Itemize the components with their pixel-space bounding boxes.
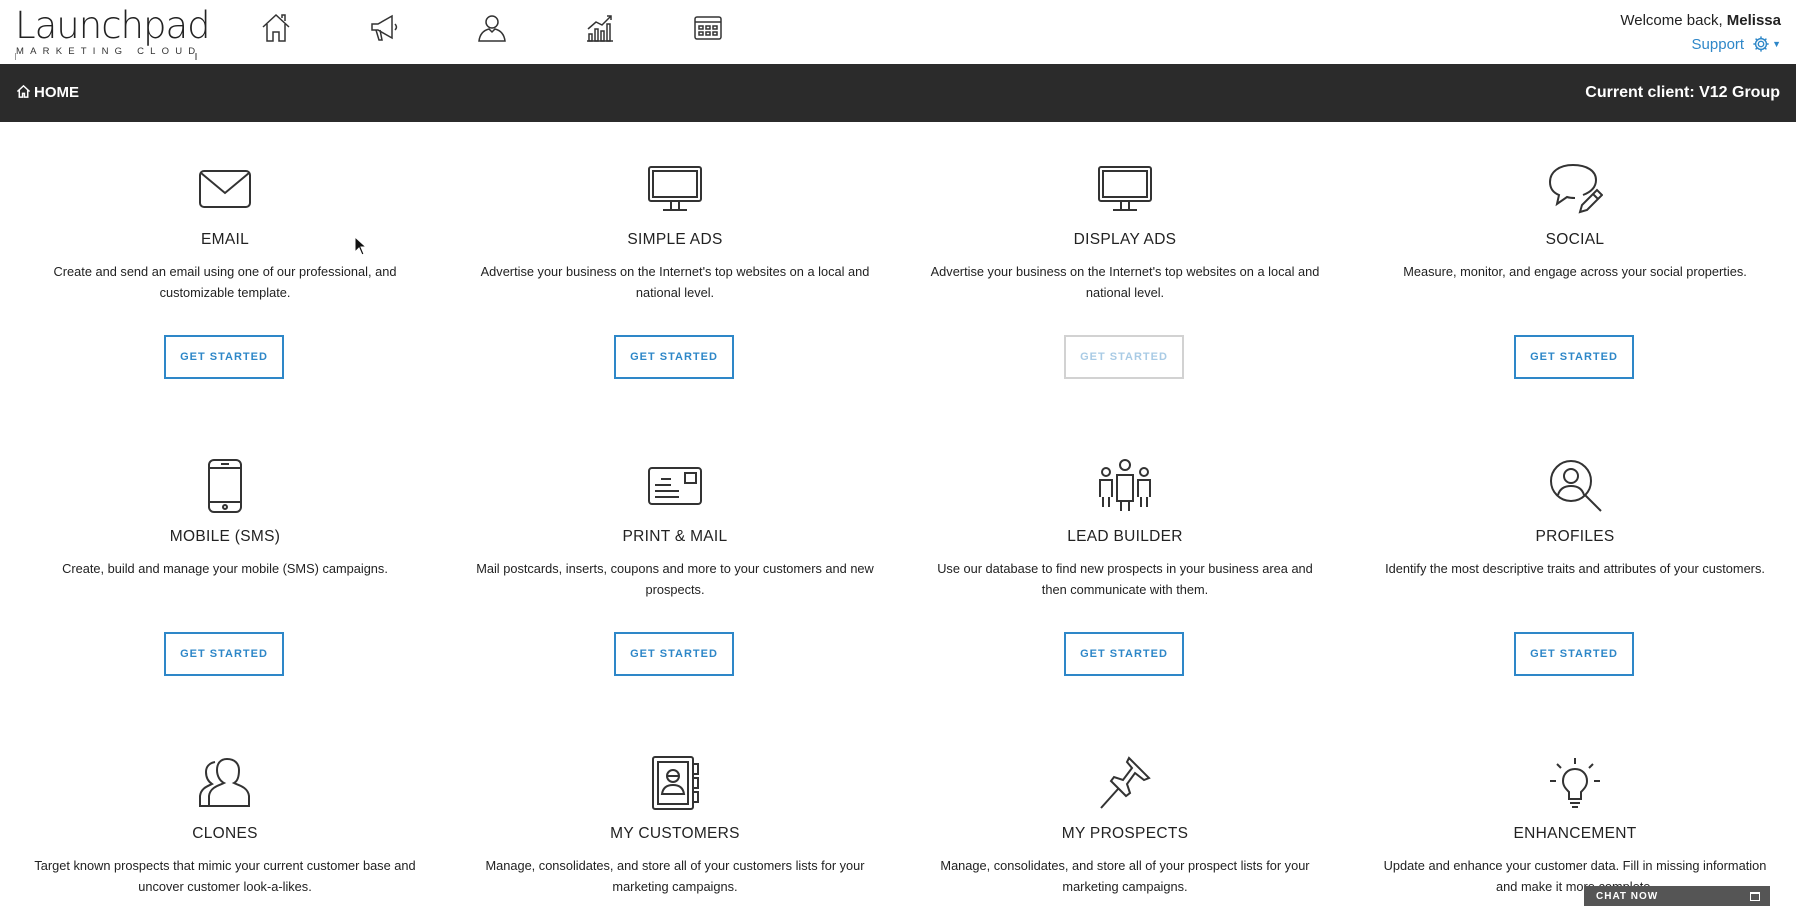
- get-started-button[interactable]: GET STARTED: [1064, 632, 1184, 676]
- logo-underline: [15, 53, 197, 60]
- tile-description: Target known prospects that mimic your c…: [34, 858, 416, 894]
- launchpad-logo[interactable]: Launchpad MARKETING CLOUD: [15, 4, 211, 60]
- support-row: Support ▼: [1620, 35, 1781, 53]
- get-started-button[interactable]: GET STARTED: [1514, 632, 1634, 676]
- welcome-panel: Welcome back, Melissa Support ▼: [1620, 12, 1781, 53]
- breadcrumb[interactable]: HOME: [16, 84, 79, 101]
- tile-title: SOCIAL: [1545, 231, 1605, 248]
- speech-bubble-pencil-icon: [1548, 164, 1603, 214]
- tile-title: CLONES: [192, 825, 258, 842]
- tile-description: Mail postcards, inserts, coupons and mor…: [476, 561, 874, 597]
- tile-title: PRINT & MAIL: [622, 528, 728, 545]
- get-started-button[interactable]: GET STARTED: [614, 335, 734, 379]
- home-small-icon: [16, 84, 31, 98]
- nav-home[interactable]: [260, 12, 368, 44]
- main-nav: [260, 12, 800, 44]
- mouse-cursor-icon: [354, 236, 368, 256]
- people-group-icon: [1099, 459, 1151, 511]
- nav-calendar[interactable]: [692, 12, 800, 44]
- nav-campaigns[interactable]: [368, 12, 476, 44]
- user-name: Melissa: [1726, 12, 1781, 29]
- get-started-button-disabled[interactable]: GET STARTED: [1064, 335, 1184, 379]
- users-icon: [478, 15, 506, 42]
- nav-audiences[interactable]: [476, 12, 584, 44]
- welcome-text: Welcome back, Melissa: [1620, 12, 1781, 29]
- tile-title: SIMPLE ADS: [627, 231, 723, 248]
- chat-now-widget[interactable]: CHAT NOW: [1584, 886, 1770, 906]
- chevron-down-icon: ▼: [1772, 39, 1781, 49]
- tile-title: MY CUSTOMERS: [610, 825, 740, 842]
- tile-title: EMAIL: [200, 231, 249, 248]
- get-started-button[interactable]: GET STARTED: [1514, 335, 1634, 379]
- get-started-button[interactable]: GET STARTED: [614, 632, 734, 676]
- get-started-button[interactable]: GET STARTED: [164, 632, 284, 676]
- tile-title: MY PROSPECTS: [1061, 825, 1189, 842]
- calendar-grid-icon: [694, 16, 722, 40]
- envelope-icon: [199, 170, 251, 208]
- postcard-icon: [648, 467, 702, 505]
- megaphone-icon: [371, 14, 398, 41]
- two-persons-icon: [199, 757, 250, 807]
- breadcrumb-home-label: HOME: [34, 84, 79, 101]
- support-link[interactable]: Support: [1692, 36, 1745, 53]
- monitor-icon: [1098, 166, 1152, 211]
- tile-description: Advertise your business on the Internet'…: [480, 264, 870, 300]
- analytics-chart-icon: [587, 15, 613, 42]
- monitor-icon: [648, 166, 702, 211]
- current-client: Current client: V12 Group: [1585, 84, 1780, 101]
- settings-menu[interactable]: ▼: [1752, 35, 1781, 53]
- nav-analytics[interactable]: [584, 12, 692, 44]
- tile-title: ENHANCEMENT: [1513, 825, 1637, 842]
- address-book-icon: [652, 756, 699, 810]
- magnifier-person-icon: [1550, 460, 1602, 512]
- top-header: Launchpad MARKETING CLOUD Welcome back, …: [0, 0, 1796, 64]
- home-icon: [262, 13, 290, 42]
- tile-title: LEAD BUILDER: [1067, 528, 1183, 545]
- smartphone-icon: [208, 459, 242, 513]
- tile-title: PROFILES: [1535, 528, 1615, 545]
- welcome-prefix: Welcome back,: [1620, 12, 1723, 29]
- minimize-icon[interactable]: [1750, 892, 1760, 901]
- tile-description: Create, build and manage your mobile (SM…: [62, 561, 388, 576]
- gear-icon: [1753, 36, 1769, 52]
- pushpin-icon: [1100, 756, 1151, 809]
- tile-description: Identify the most descriptive traits and…: [1385, 561, 1765, 576]
- tile-description: Use our database to find new prospects i…: [937, 561, 1313, 597]
- tile-title: DISPLAY ADS: [1073, 231, 1177, 248]
- tile-description: Measure, monitor, and engage across your…: [1403, 264, 1747, 279]
- tile-description: Advertise your business on the Internet'…: [930, 264, 1320, 300]
- tile-description: Manage, consolidates, and store all of y…: [940, 858, 1310, 894]
- logo-wordmark: Launchpad: [15, 4, 211, 47]
- get-started-button[interactable]: GET STARTED: [164, 335, 284, 379]
- lightbulb-icon: [1550, 758, 1600, 808]
- chat-now-label: CHAT NOW: [1596, 891, 1659, 902]
- breadcrumb-bar: HOME Current client: V12 Group: [0, 64, 1796, 122]
- tile-description: Manage, consolidates, and store all of y…: [485, 858, 865, 894]
- tile-description: Create and send an email using one of ou…: [53, 264, 397, 300]
- tile-title: MOBILE (SMS): [169, 528, 281, 545]
